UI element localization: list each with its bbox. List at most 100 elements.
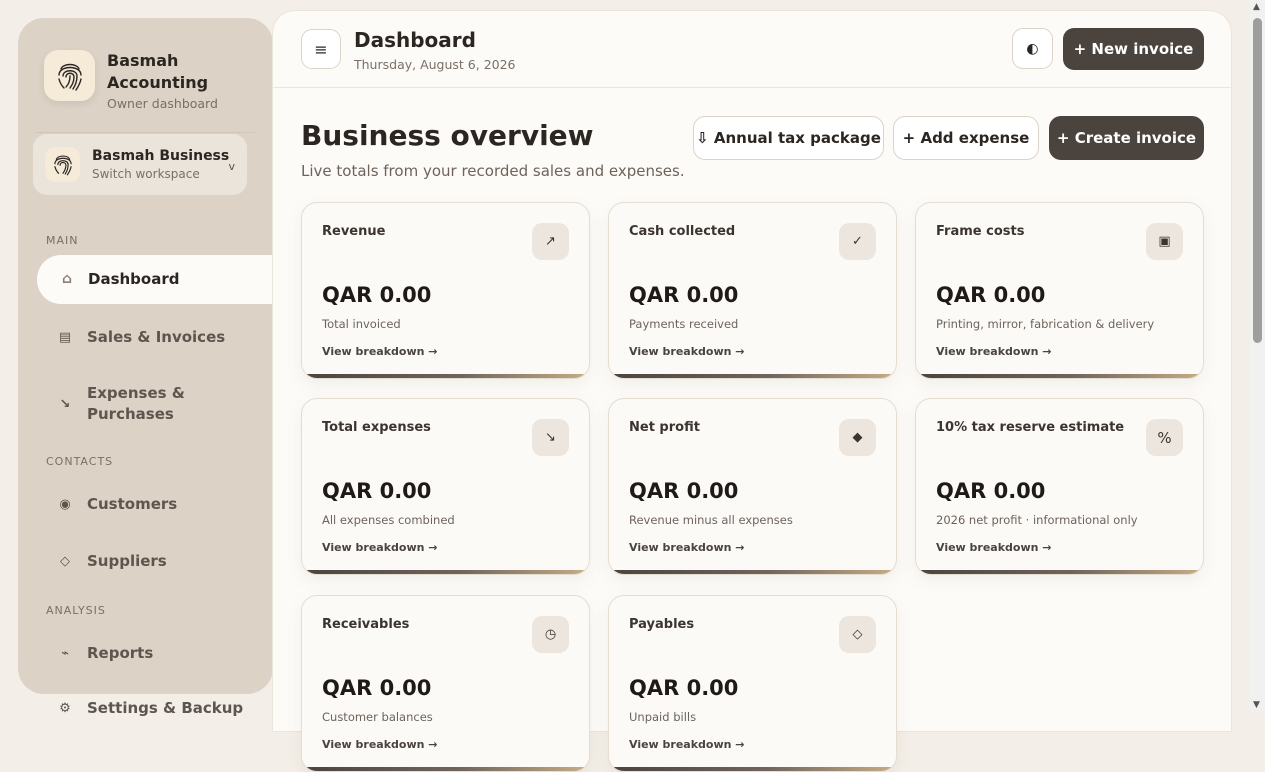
workspace-subtitle: Switch workspace: [92, 167, 200, 181]
sidebar-item-label: Reports: [87, 644, 154, 662]
clock-icon: ◷: [532, 616, 569, 653]
section-label-main: MAIN: [46, 234, 79, 247]
card-value: QAR 0.00: [629, 676, 739, 700]
sidebar: Basmah Accounting Owner dashboard: [18, 18, 273, 694]
card-title: Receivables: [322, 617, 410, 632]
card-value: QAR 0.00: [322, 676, 432, 700]
card-title: 10% tax reserve estimate: [936, 420, 1125, 435]
card-description: Total invoiced: [322, 317, 401, 331]
gear-icon: ⚙: [59, 700, 71, 716]
card-value: QAR 0.00: [322, 283, 432, 307]
sidebar-item-dashboard-label[interactable]: ⌂ Dashboard: [58, 270, 180, 288]
arrow-down-right-icon: ↘: [59, 396, 71, 412]
sidebar-item-label: Expenses & Purchases: [87, 384, 185, 423]
card-description: Revenue minus all expenses: [629, 513, 793, 527]
sidebar-item-reports[interactable]: ⌁ Reports: [56, 644, 153, 662]
card-title: Payables: [629, 617, 695, 632]
view-breakdown-link[interactable]: View breakdown →: [322, 345, 438, 358]
menu-button[interactable]: ≡: [301, 29, 341, 69]
divider: [36, 132, 255, 133]
list-icon: ▤: [58, 329, 72, 345]
view-breakdown-link[interactable]: View breakdown →: [629, 345, 745, 358]
contrast-icon: ◐: [1026, 40, 1039, 57]
sidebar-item-suppliers[interactable]: ◇ Suppliers: [56, 552, 167, 570]
page-title: Dashboard: [354, 28, 476, 52]
view-breakdown-link[interactable]: View breakdown →: [936, 541, 1052, 554]
card-value: QAR 0.00: [936, 479, 1046, 503]
sidebar-item-settings-backup[interactable]: ⚙ Settings & Backup: [56, 699, 243, 717]
card-description: Unpaid bills: [629, 710, 697, 724]
sidebar-item-label: Customers: [87, 495, 178, 513]
card-title: Cash collected: [629, 224, 736, 239]
workspace-switcher[interactable]: Basmah Business Switch workspace v: [33, 134, 247, 195]
card-title: Net profit: [629, 420, 700, 435]
card-description: All expenses combined: [322, 513, 455, 527]
overview-title: Business overview: [301, 119, 594, 152]
view-breakdown-link[interactable]: View breakdown →: [936, 345, 1052, 358]
sidebar-item-customers[interactable]: ◉ Customers: [56, 495, 177, 513]
metric-card-payables[interactable]: Payables ◇ QAR 0.00 Unpaid bills View br…: [608, 595, 897, 772]
top-bar: ≡ Dashboard Thursday, August 6, 2026 ◐ +…: [273, 11, 1231, 88]
metric-card-revenue[interactable]: Revenue ↗ QAR 0.00 Total invoiced View b…: [301, 202, 590, 379]
diamond-icon: ◇: [60, 553, 70, 569]
section-label-analysis: ANALYSIS: [46, 604, 106, 617]
menu-icon: ≡: [314, 39, 328, 59]
brand: Basmah Accounting Owner dashboard: [44, 50, 227, 111]
brand-subtitle: Owner dashboard: [107, 96, 218, 111]
workspace-name: Basmah Business: [92, 148, 230, 164]
sidebar-item-sales-invoices[interactable]: ▤ Sales & Invoices: [56, 328, 225, 346]
annual-tax-package-button[interactable]: ⇩ Annual tax package: [693, 116, 884, 160]
page-scrollbar[interactable]: ▲ ▼: [1250, 0, 1265, 712]
reports-icon: ⌁: [61, 645, 69, 661]
fingerprint-logo-icon: [45, 147, 80, 182]
sidebar-item-label: Suppliers: [87, 552, 167, 570]
card-title: Frame costs: [936, 224, 1025, 239]
diamond-filled-icon: ◆: [839, 419, 876, 456]
section-label-contacts: CONTACTS: [46, 455, 114, 468]
check-icon: ✓: [839, 223, 876, 260]
add-expense-button[interactable]: + Add expense: [893, 116, 1039, 160]
view-breakdown-link[interactable]: View breakdown →: [322, 541, 438, 554]
scroll-up-icon[interactable]: ▲: [1253, 2, 1260, 12]
card-value: QAR 0.00: [936, 283, 1046, 307]
card-title: Total expenses: [322, 420, 431, 435]
sidebar-item-label: Sales & Invoices: [87, 328, 226, 346]
metric-card-total-expenses[interactable]: Total expenses ↘ QAR 0.00 All expenses c…: [301, 398, 590, 575]
brand-name: Basmah Accounting: [107, 51, 209, 92]
percent-icon: %: [1146, 419, 1183, 456]
metric-card-receivables[interactable]: Receivables ◷ QAR 0.00 Customer balances…: [301, 595, 590, 772]
trend-down-icon: ↘: [532, 419, 569, 456]
metric-card-frame-costs[interactable]: Frame costs ▣ QAR 0.00 Printing, mirror,…: [915, 202, 1204, 379]
home-icon: ⌂: [61, 271, 73, 287]
current-date: Thursday, August 6, 2026: [354, 57, 516, 72]
diamond-icon: ◇: [839, 616, 876, 653]
sidebar-item-expenses-purchases[interactable]: ↘ Expenses & Purchases: [56, 383, 197, 425]
view-breakdown-link[interactable]: View breakdown →: [322, 738, 438, 751]
main-panel: ≡ Dashboard Thursday, August 6, 2026 ◐ +…: [273, 11, 1231, 772]
metric-card-tax-reserve[interactable]: 10% tax reserve estimate % QAR 0.00 2026…: [915, 398, 1204, 575]
overview-subtitle: Live totals from your recorded sales and…: [301, 162, 685, 180]
card-value: QAR 0.00: [629, 283, 739, 307]
create-invoice-button[interactable]: + Create invoice: [1049, 116, 1204, 160]
trend-up-icon: ↗: [532, 223, 569, 260]
chevron-down-icon: v: [228, 160, 235, 173]
card-description: Printing, mirror, fabrication & delivery: [936, 317, 1155, 331]
card-value: QAR 0.00: [322, 479, 432, 503]
card-description: Customer balances: [322, 710, 433, 724]
metric-card-cash-collected[interactable]: Cash collected ✓ QAR 0.00 Payments recei…: [608, 202, 897, 379]
frame-icon: ▣: [1146, 223, 1183, 260]
card-description: Payments received: [629, 317, 739, 331]
scrollbar-thumb[interactable]: [1253, 18, 1262, 343]
card-description: 2026 net profit · informational only: [936, 513, 1138, 527]
sidebar-item-label: Settings & Backup: [87, 699, 244, 717]
card-title: Revenue: [322, 224, 386, 239]
sidebar-item-label: Dashboard: [88, 270, 180, 288]
view-breakdown-link[interactable]: View breakdown →: [629, 541, 745, 554]
theme-toggle-button[interactable]: ◐: [1012, 28, 1053, 69]
fingerprint-logo-icon: [44, 50, 95, 101]
scroll-down-icon[interactable]: ▼: [1253, 700, 1260, 710]
card-value: QAR 0.00: [629, 479, 739, 503]
view-breakdown-link[interactable]: View breakdown →: [629, 738, 745, 751]
metric-card-net-profit[interactable]: Net profit ◆ QAR 0.00 Revenue minus all …: [608, 398, 897, 575]
new-invoice-button[interactable]: + New invoice: [1063, 28, 1204, 70]
